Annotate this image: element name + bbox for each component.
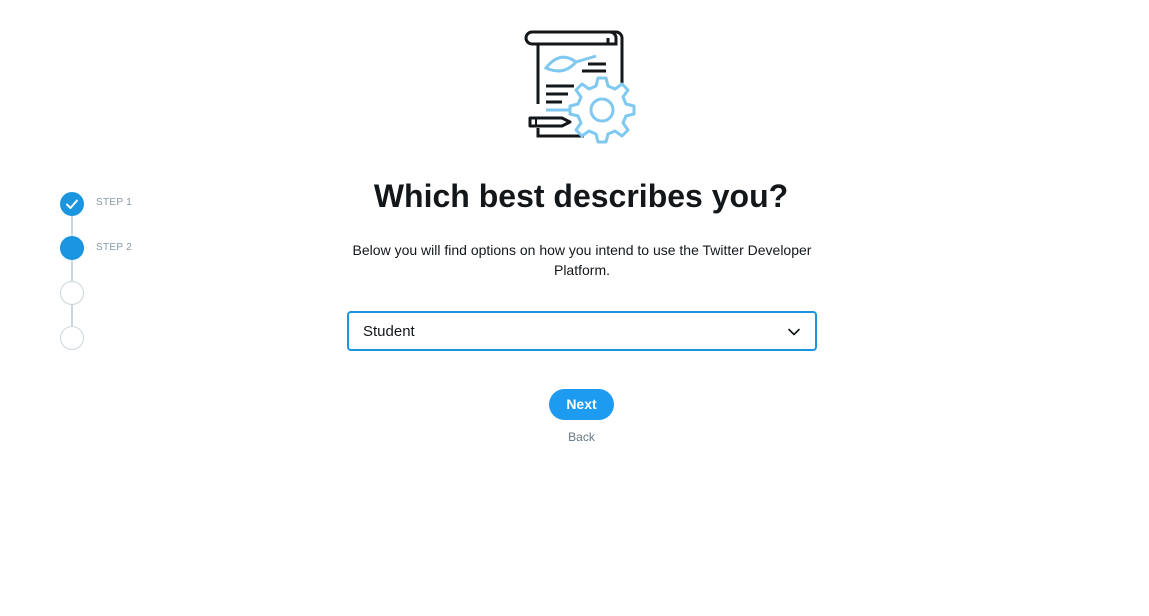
step-4-indicator	[60, 326, 84, 350]
developer-onboarding-page: STEP 1 STEP 2 Which best describes you? …	[0, 0, 1149, 616]
document-gear-illustration	[524, 30, 636, 144]
use-case-select[interactable]: Student	[347, 311, 817, 351]
back-link[interactable]: Back	[549, 430, 614, 444]
next-button[interactable]: Next	[549, 389, 614, 420]
page-title: Which best describes you?	[373, 178, 789, 214]
chevron-down-icon	[788, 328, 800, 336]
page-subtitle: Below you will find options on how you i…	[352, 242, 812, 278]
select-value: Student	[363, 323, 415, 340]
step-2-indicator	[60, 236, 84, 260]
step-2-label: STEP 2	[96, 242, 133, 253]
step-3-indicator	[60, 281, 84, 305]
